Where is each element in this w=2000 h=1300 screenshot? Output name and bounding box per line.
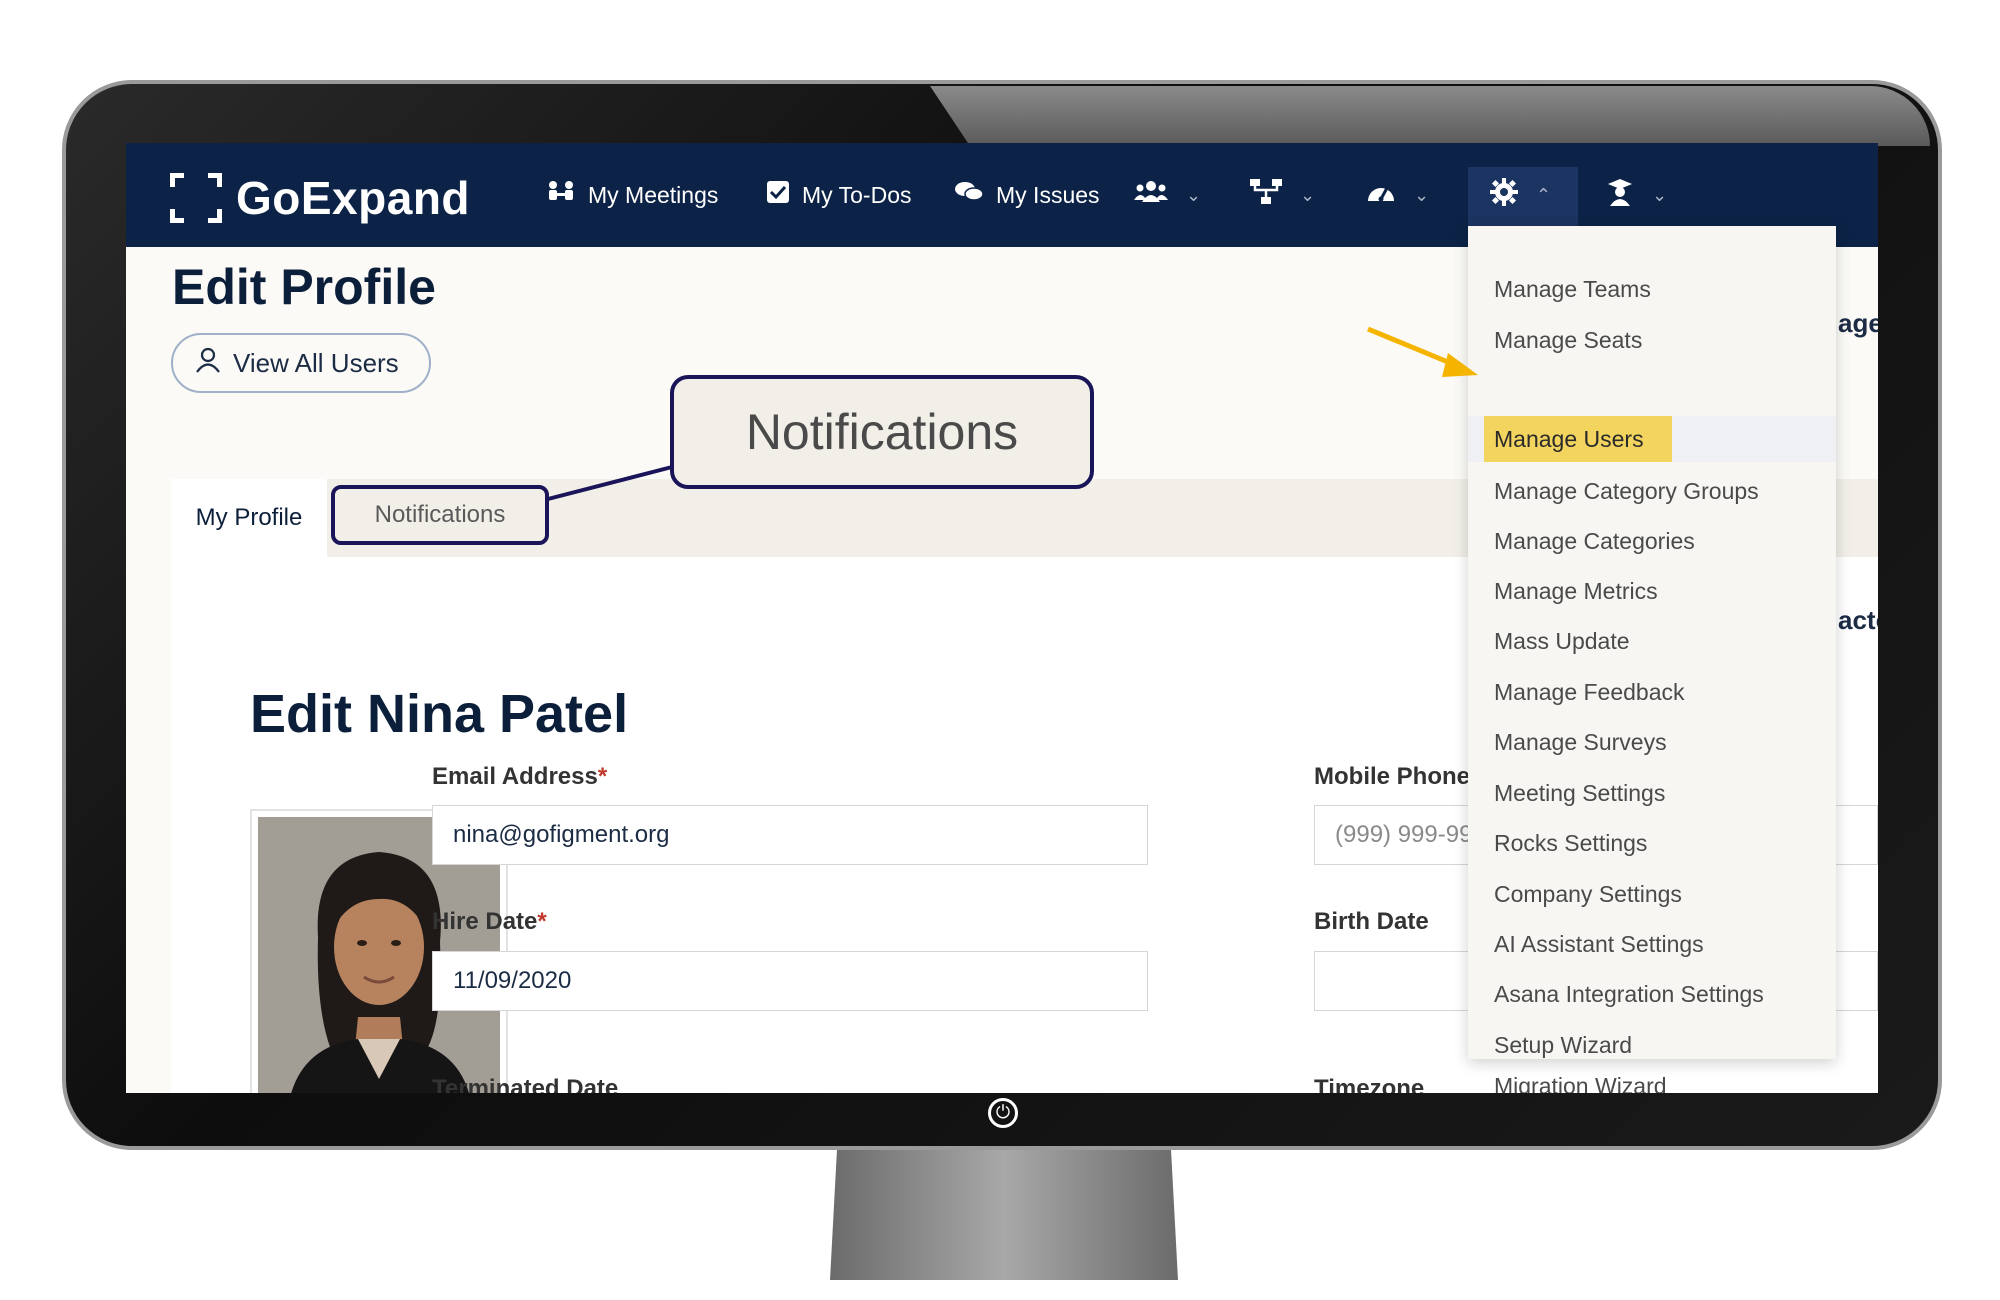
monitor-sheen [930, 86, 1930, 146]
gear-icon [1490, 177, 1518, 213]
user-outline-icon [195, 347, 221, 380]
mobile-phone-label: Mobile Phone [1314, 763, 1470, 790]
edit-user-title: Edit Nina Patel [250, 684, 629, 744]
birth-date-label: Birth Date [1314, 908, 1429, 935]
logo-frame-icon [170, 173, 222, 223]
background-text-fragment: acto [1838, 605, 1878, 635]
nav-training-menu[interactable]: ⌄ [1606, 173, 1667, 217]
view-all-users-button[interactable]: View All Users [171, 333, 431, 393]
tab-my-profile[interactable]: My Profile [171, 479, 327, 557]
menu-item-company-settings[interactable]: Company Settings [1494, 877, 1682, 911]
menu-item-asana-integration-settings[interactable]: Asana Integration Settings [1494, 977, 1764, 1011]
notifications-callout: Notifications [670, 375, 1094, 489]
org-chart-icon [1250, 178, 1282, 212]
menu-item-rocks-settings[interactable]: Rocks Settings [1494, 826, 1647, 860]
chevron-down-icon: ⌄ [1414, 184, 1430, 205]
nav-dashboard-menu[interactable]: ⌄ [1366, 173, 1429, 217]
logo[interactable]: GoExpand [170, 171, 470, 225]
monitor-stand [830, 1150, 1178, 1280]
menu-item-migration-wizard[interactable]: Migration Wizard [1494, 1069, 1667, 1094]
checkbox-icon [766, 180, 790, 211]
menu-item-manage-teams[interactable]: Manage Teams [1494, 272, 1651, 306]
nav-label: My Issues [996, 181, 1100, 208]
hire-date-label: Hire Date* [432, 908, 547, 935]
background-text-fragment: age [1838, 308, 1878, 338]
nav-org-chart-menu[interactable]: ⌄ [1250, 173, 1315, 217]
menu-item-manage-surveys[interactable]: Manage Surveys [1494, 725, 1667, 759]
menu-item-manage-feedback[interactable]: Manage Feedback [1494, 675, 1685, 709]
timezone-label: Timezone [1314, 1075, 1425, 1093]
menu-item-manage-metrics[interactable]: Manage Metrics [1494, 574, 1658, 608]
chat-bubbles-icon [954, 180, 984, 211]
settings-dropdown-menu: Manage Teams Manage Seats Manage Users M… [1468, 226, 1836, 1059]
graduate-icon [1606, 178, 1634, 213]
hire-date-field[interactable]: 11/09/2020 [432, 951, 1148, 1011]
menu-item-manage-users[interactable]: Manage Users [1484, 416, 1672, 462]
tab-notifications[interactable]: Notifications [331, 485, 549, 545]
nav-label: My To-Dos [802, 181, 912, 208]
email-field[interactable]: nina@gofigment.org [432, 805, 1148, 865]
menu-item-manage-seats[interactable]: Manage Seats [1494, 323, 1642, 357]
nav-my-issues[interactable]: My Issues [954, 173, 1100, 217]
chevron-up-icon: ⌃ [1536, 184, 1552, 205]
terminated-date-label: Terminated Date [432, 1075, 619, 1093]
callout-connector [547, 465, 673, 501]
nav-settings-menu[interactable]: ⌃ [1490, 173, 1551, 217]
chevron-down-icon: ⌄ [1186, 184, 1202, 205]
dashboard-gauge-icon [1366, 179, 1396, 212]
menu-item-meeting-settings[interactable]: Meeting Settings [1494, 776, 1665, 810]
users-icon [1134, 180, 1168, 211]
meetings-icon [546, 179, 576, 212]
menu-item-manage-category-groups[interactable]: Manage Category Groups [1494, 474, 1759, 508]
nav-label: My Meetings [588, 181, 719, 208]
nav-my-meetings[interactable]: My Meetings [546, 173, 718, 217]
page-title: Edit Profile [172, 259, 436, 315]
view-all-users-label: View All Users [233, 347, 399, 378]
chevron-down-icon: ⌄ [1300, 184, 1316, 205]
menu-item-setup-wizard[interactable]: Setup Wizard [1494, 1028, 1632, 1062]
menu-item-mass-update[interactable]: Mass Update [1494, 624, 1630, 658]
screen: GoExpand My Meetings My To-Dos My Issues… [126, 143, 1878, 1093]
email-label: Email Address* [432, 763, 608, 790]
menu-item-ai-assistant-settings[interactable]: AI Assistant Settings [1494, 927, 1704, 961]
logo-text: GoExpand [236, 172, 471, 224]
nav-users-menu[interactable]: ⌄ [1134, 173, 1201, 217]
power-icon: ⏻ [988, 1098, 1018, 1128]
chevron-down-icon: ⌄ [1652, 184, 1668, 205]
menu-item-manage-categories[interactable]: Manage Categories [1494, 524, 1695, 558]
nav-my-todos[interactable]: My To-Dos [766, 173, 912, 217]
annotation-arrow-icon [1367, 326, 1478, 377]
